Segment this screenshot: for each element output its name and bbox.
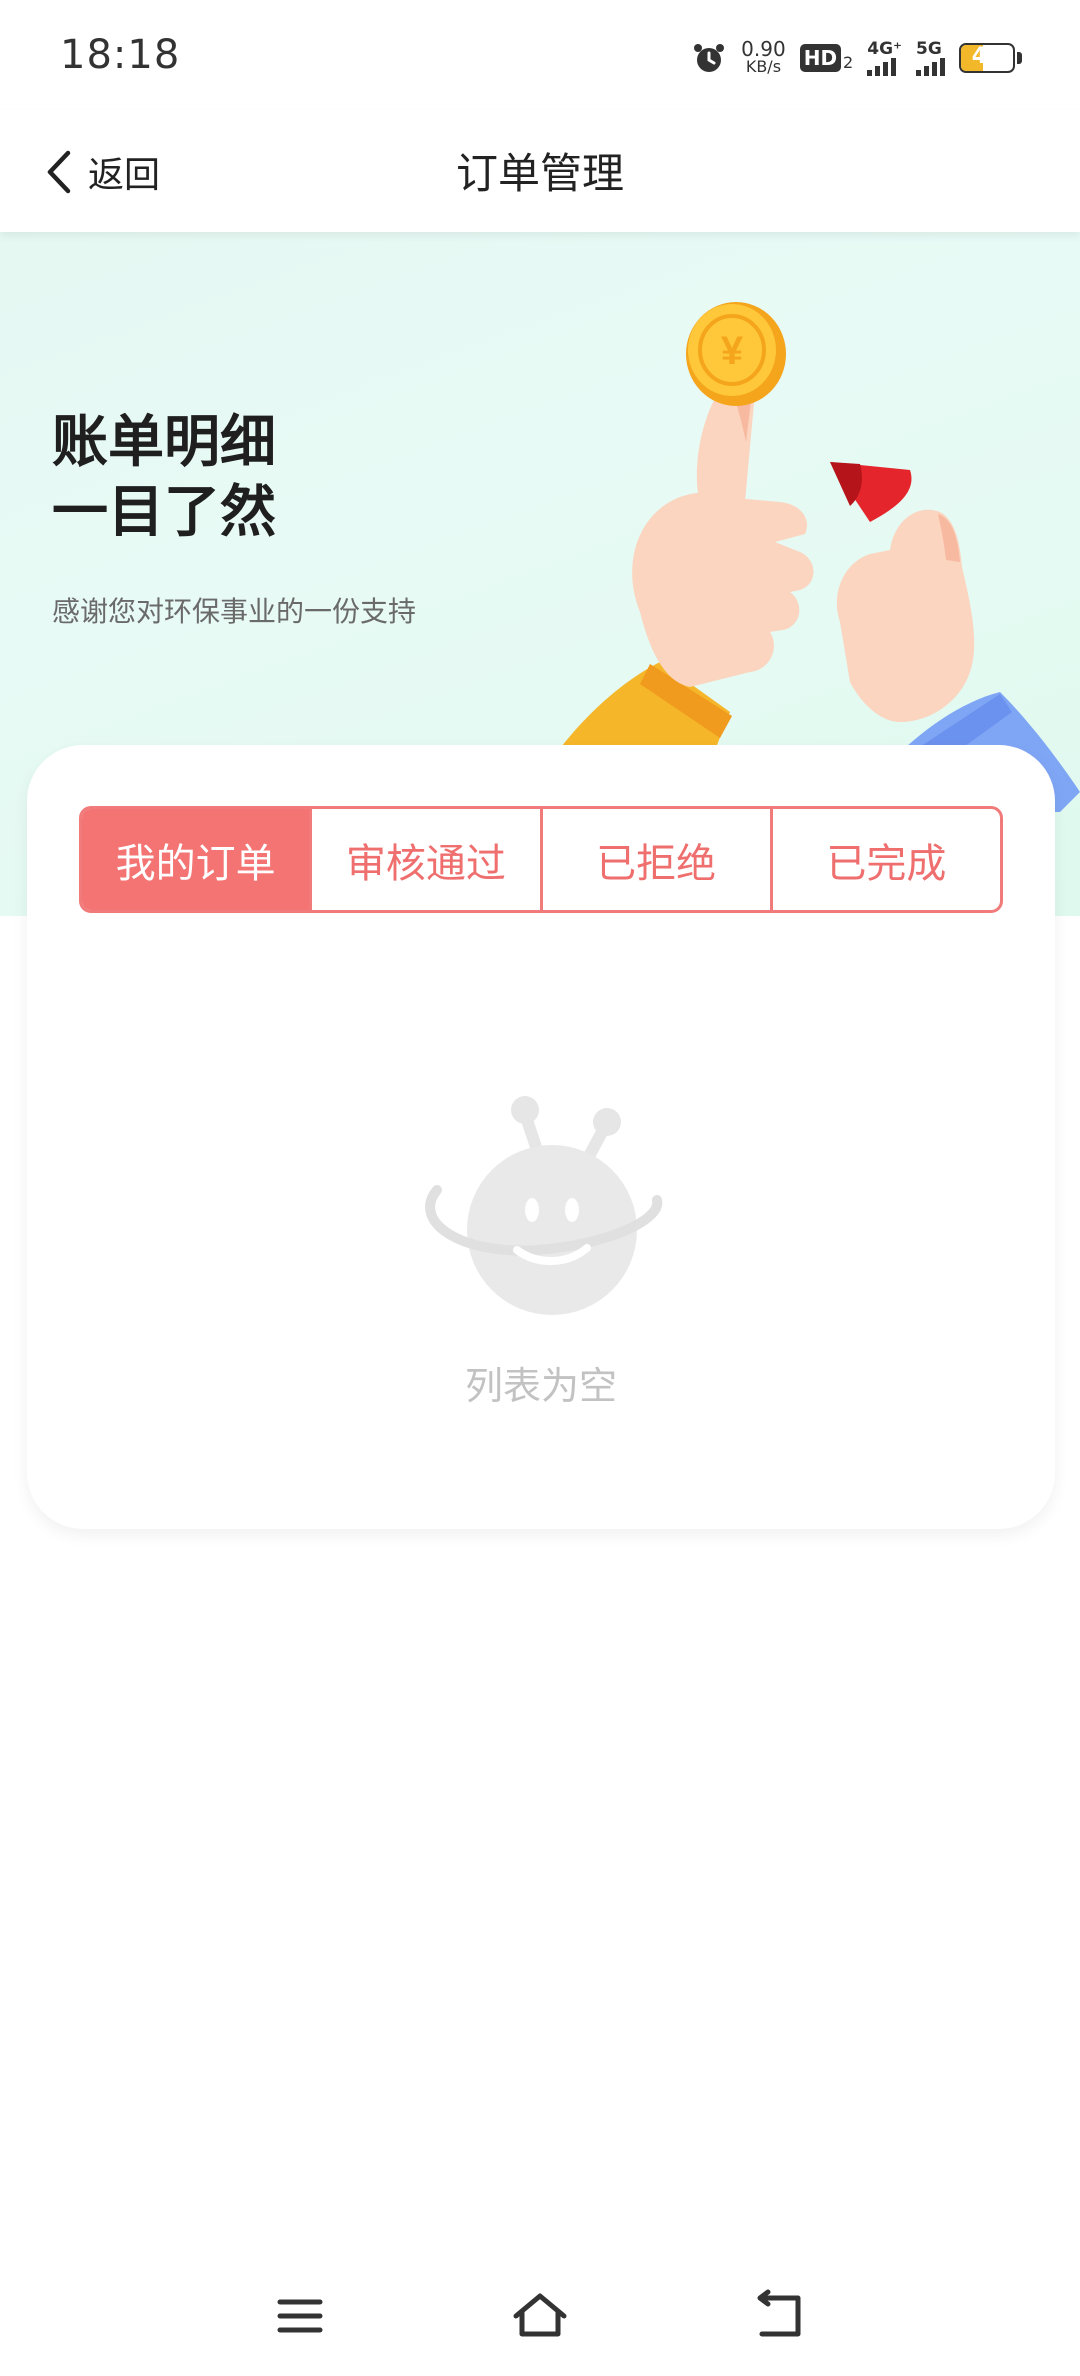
status-time: 18:18 [60,32,181,78]
status-icons: 0.90 KB/s HD 2 4G⁺ 5G 42 [691,36,1022,80]
tab-my-orders[interactable]: 我的订单 [82,809,310,910]
battery-level: 42 [971,44,1003,69]
net-speed: 0.90 KB/s [741,37,786,76]
banner-title: 账单明细 一目了然 [52,408,276,548]
hd-icon: HD 2 [799,44,854,72]
coin-symbol: ¥ [721,329,744,373]
signal-icon-5g: 5G [916,38,945,76]
hands-coin-illustration: ¥ [520,302,1080,812]
status-bar: 18:18 0.90 KB/s HD 2 4G⁺ 5G 42 [0,0,1080,110]
battery-icon: 42 [959,43,1022,73]
back-nav-icon[interactable] [750,2286,810,2346]
signal-bars-1 [867,57,897,76]
banner-subtitle: 感谢您对环保事业的一份支持 [52,595,417,628]
hd-sub: 2 [843,53,854,72]
banner-title-line2: 一目了然 [52,480,276,545]
net2-label: 5G [916,38,942,59]
empty-robot-icon [425,1096,663,1315]
order-management-screen: 18:18 0.90 KB/s HD 2 4G⁺ 5G 42 返回 订单管理 账… [0,0,1080,2376]
net1-label: 4G⁺ [867,38,902,59]
tab-completed[interactable]: 已完成 [769,809,1000,910]
net-speed-unit: KB/s [745,57,782,76]
page-title: 订单管理 [455,149,624,198]
order-tabs: 我的订单 审核通过 已拒绝 已完成 [79,806,1003,913]
net-speed-value: 0.90 [741,37,786,61]
tab-approved[interactable]: 审核通过 [309,809,539,910]
empty-state-text: 列表为空 [464,1364,617,1408]
alarm-icon [694,44,725,72]
home-icon[interactable] [510,2286,570,2346]
signal-icon-4g: 4G⁺ [867,38,902,76]
menu-icon[interactable] [270,2286,330,2346]
header: 返回 订单管理 [0,110,1080,232]
hd-label: HD [799,44,842,72]
system-nav-bar [0,2260,1080,2376]
tab-rejected[interactable]: 已拒绝 [539,809,770,910]
signal-bars-2 [916,57,945,76]
order-card: 我的订单 审核通过 已拒绝 已完成 列表为空 [27,745,1055,1529]
banner-title-line1: 账单明细 [52,410,276,475]
